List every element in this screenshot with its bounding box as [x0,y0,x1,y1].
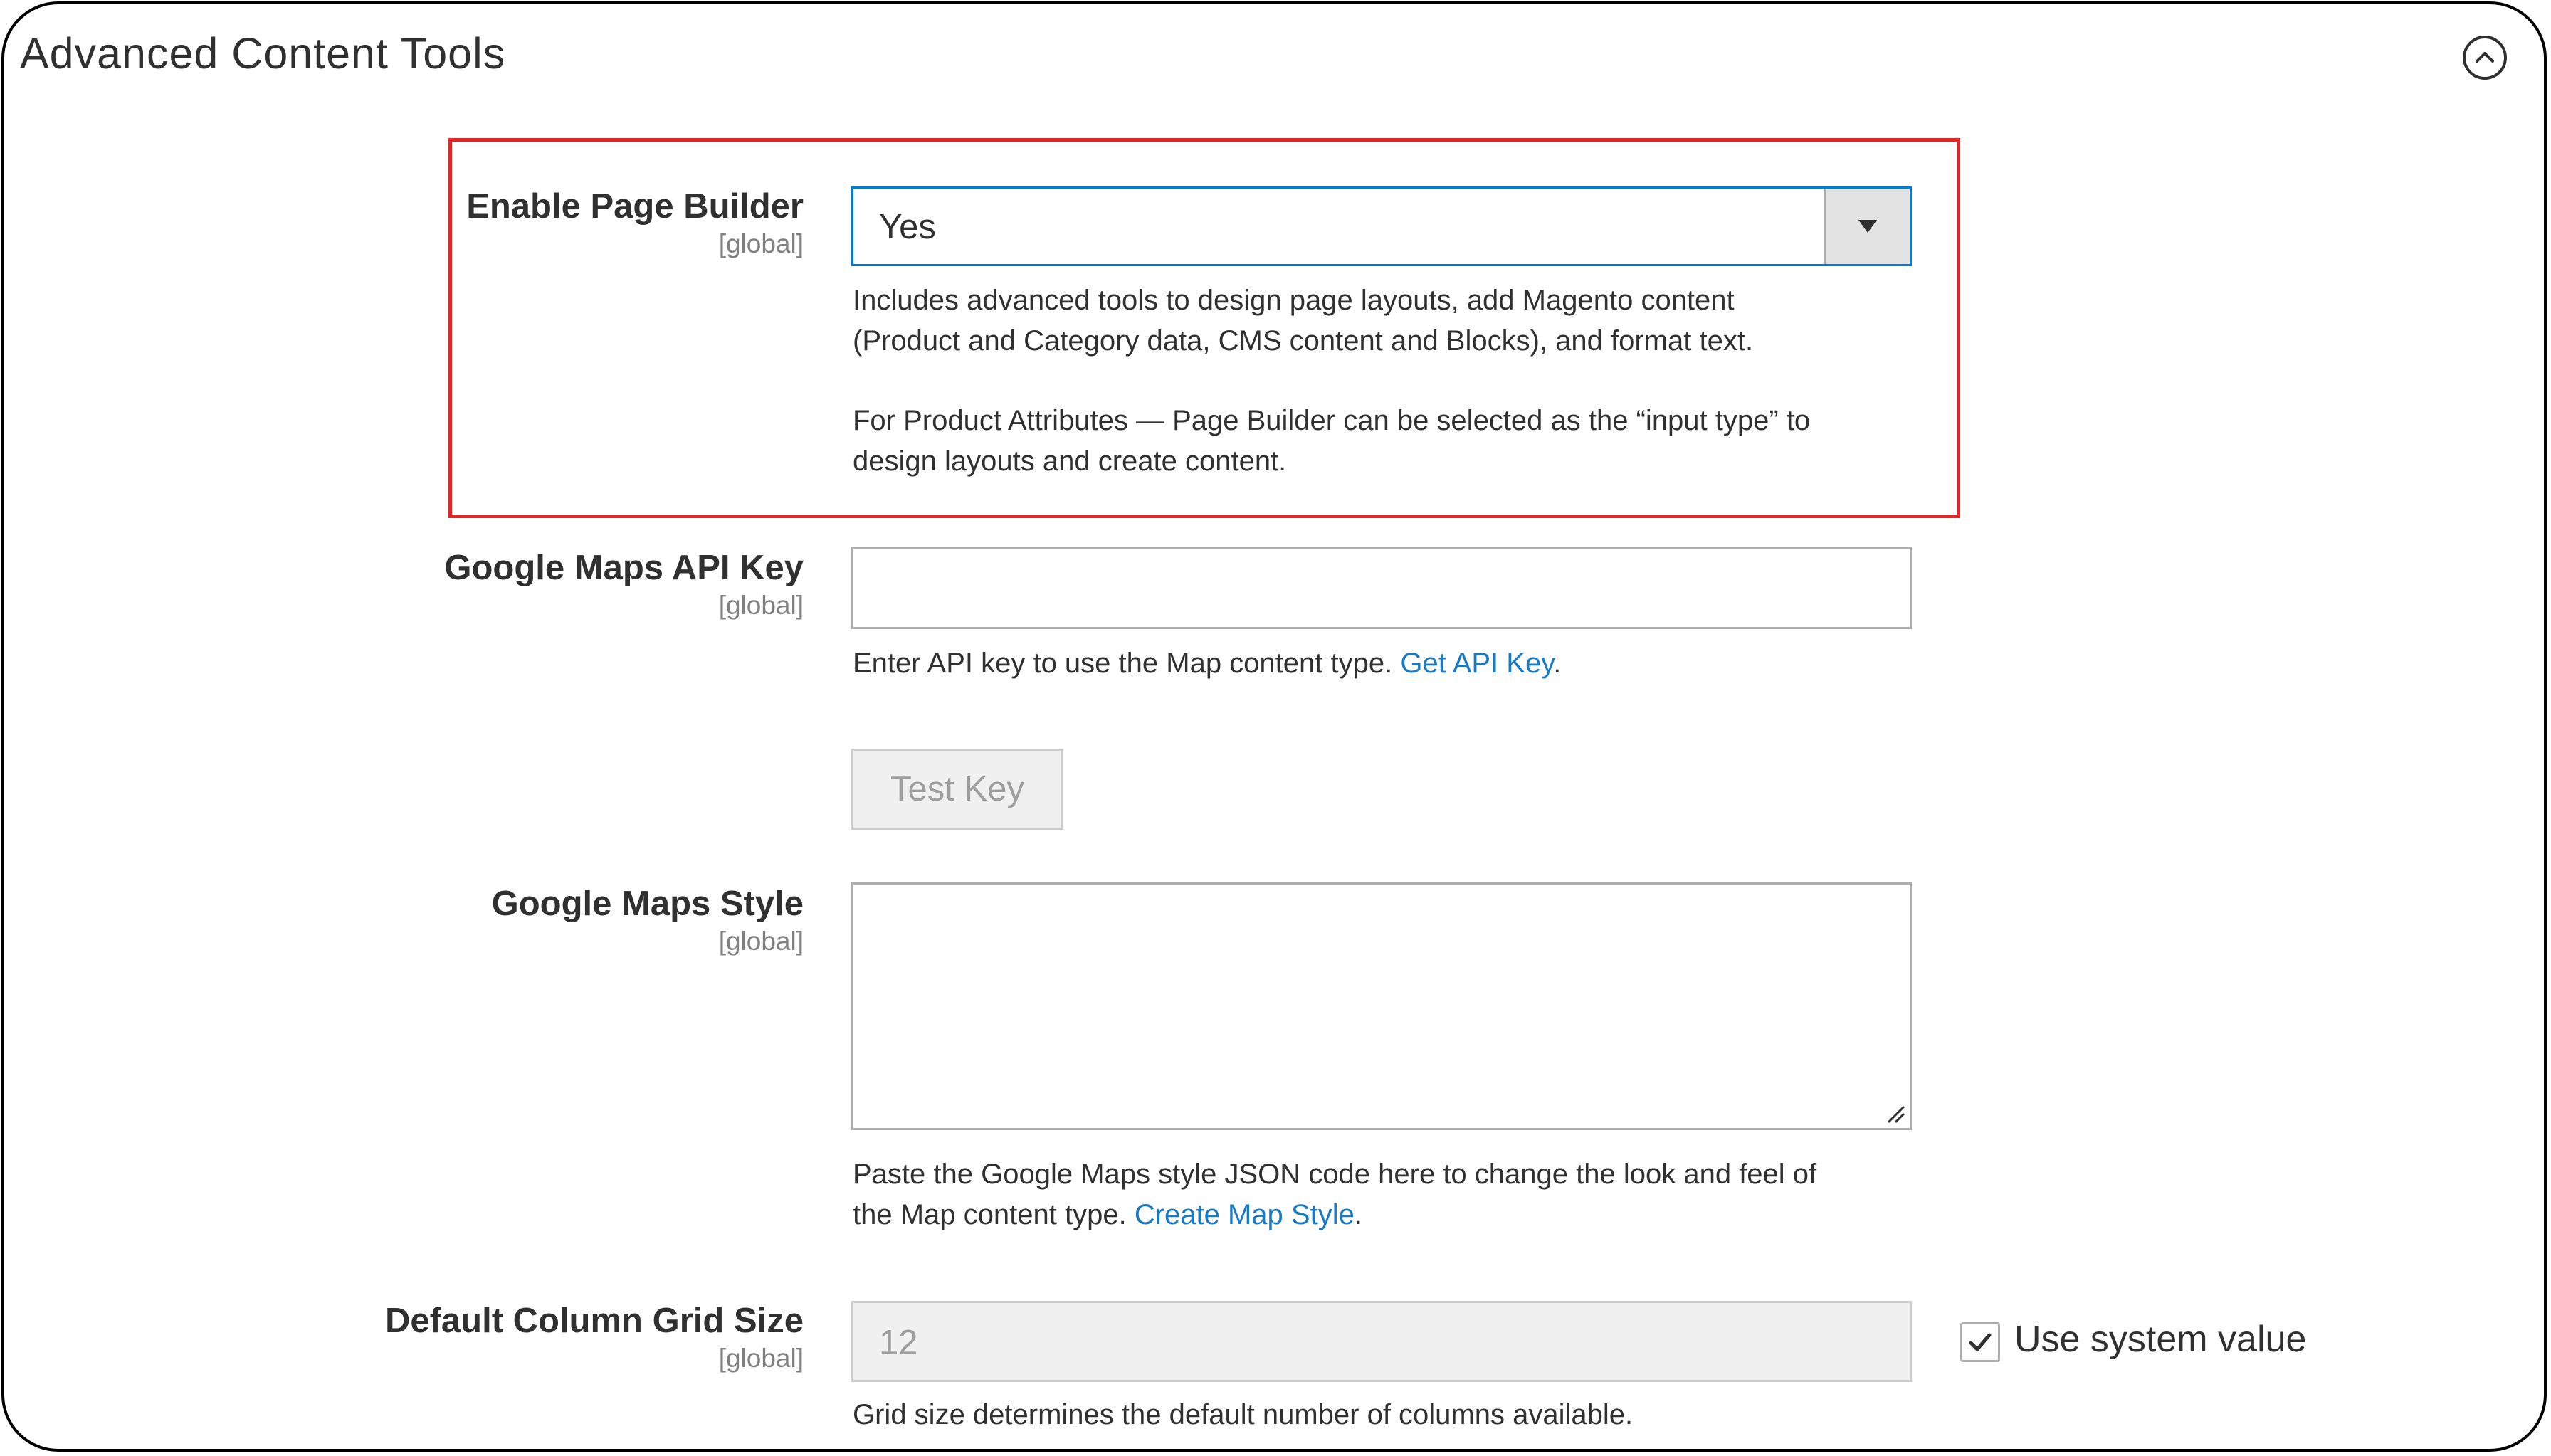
note-line: Includes advanced tools to design page l… [853,285,1735,316]
maps-style-label: Google Maps Style [491,885,804,923]
enable-page-builder-scope: [global] [718,229,804,258]
checkmark-icon [1969,1333,1992,1351]
enable-page-builder-select[interactable]: Yes [851,186,1912,266]
create-map-style-link[interactable]: Create Map Style [1135,1199,1355,1230]
maps-style-note: Paste the Google Maps style JSON code he… [853,1154,1920,1235]
config-panel: Advanced Content Tools Enable Page Build… [1,1,2547,1452]
note-suffix: . [1354,1199,1362,1230]
selected-value: Yes [879,208,936,246]
test-key-button[interactable]: Test Key [851,749,1063,830]
grid-size-scope: [global] [718,1344,804,1373]
resize-grip-icon[interactable] [1885,1104,1905,1124]
note-line: (Product and Category data, CMS content … [853,325,1754,357]
maps-api-key-input[interactable] [851,547,1912,629]
note-suffix: . [1553,648,1562,679]
section-title[interactable]: Advanced Content Tools [20,28,505,78]
chevron-up-circle-icon[interactable] [2463,36,2507,80]
grid-size-input[interactable]: 12 [851,1301,1912,1382]
maps-api-key-scope: [global] [718,591,804,620]
grid-size-note: Grid size determines the default number … [853,1399,1634,1430]
enable-page-builder-label: Enable Page Builder [466,187,804,226]
get-api-key-link[interactable]: Get API Key [1400,648,1553,679]
grid-size-value: 12 [879,1324,918,1362]
dropdown-toggle[interactable] [1824,189,1910,264]
note-line: design layouts and create content. [853,445,1287,477]
use-system-value-checkbox[interactable] [1960,1322,2000,1362]
note-line: Paste the Google Maps style JSON code he… [853,1159,1817,1190]
caret-down-icon [1858,220,1877,233]
maps-style-textarea[interactable] [851,882,1912,1130]
maps-api-key-note: Enter API key to use the Map content typ… [853,643,1920,684]
note-text: Enter API key to use the Map content typ… [853,648,1401,679]
enable-page-builder-note: Includes advanced tools to design page l… [853,280,1920,482]
use-system-value-label[interactable]: Use system value [2014,1318,2306,1361]
maps-style-scope: [global] [718,927,804,956]
grid-size-label: Default Column Grid Size [384,1302,804,1340]
note-text: the Map content type. [853,1199,1135,1230]
note-line: For Product Attributes — Page Builder ca… [853,405,1811,436]
maps-api-key-label: Google Maps API Key [444,549,804,587]
